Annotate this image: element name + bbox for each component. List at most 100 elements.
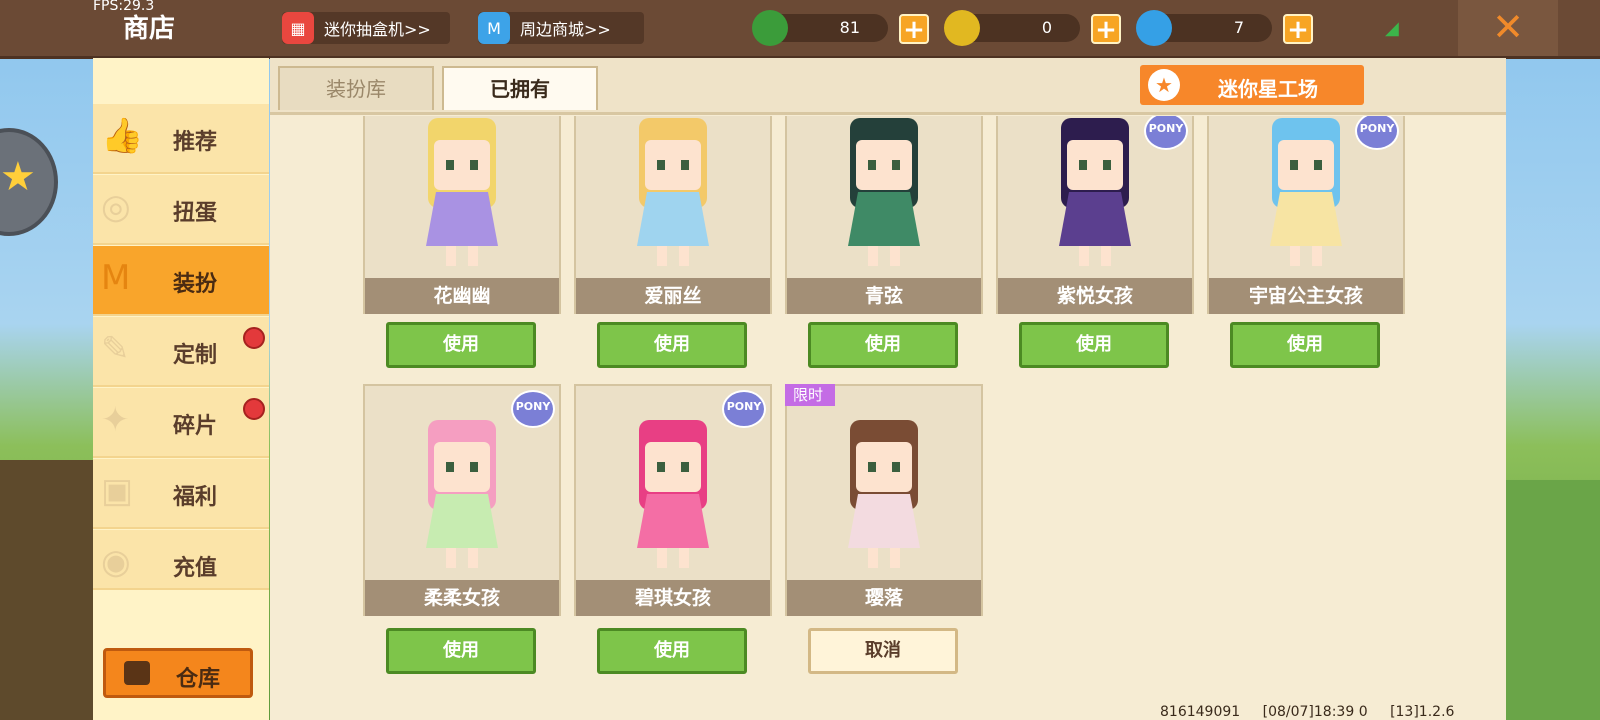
sidebar-item-2[interactable]: ◎ 扭蛋: [93, 175, 269, 245]
character-leg: [1312, 246, 1322, 266]
sidebar-item-label: 扭蛋: [173, 201, 218, 226]
skin-card[interactable]: PONY 宇宙公主女孩: [1207, 116, 1405, 314]
character-leg: [1290, 246, 1300, 266]
mini-star-workshop-label: 迷你星工场: [1218, 77, 1318, 101]
sidebar-item-3[interactable]: M 装扮: [93, 246, 269, 316]
character-leg: [468, 246, 478, 266]
character-outfit: [848, 192, 920, 246]
skin-name: 爱丽丝: [576, 278, 770, 314]
use-button[interactable]: 使用: [386, 628, 536, 674]
green-gem-icon: [752, 10, 788, 46]
sidebar-item-4[interactable]: ✎ 定制: [93, 317, 269, 387]
my-little-pony-badge-icon: PONY: [511, 390, 555, 428]
notification-dot: [243, 327, 265, 349]
merch-mall-button[interactable]: M 周边商城>>: [478, 12, 644, 44]
character-outfit: [426, 192, 498, 246]
tab-bar: 装扮库 已拥有 ★ 迷你星工场: [270, 58, 1506, 115]
signal-icon: ◢: [1385, 18, 1399, 39]
use-button[interactable]: 使用: [808, 322, 958, 368]
character-figure: [637, 118, 709, 266]
character-leg: [1101, 246, 1111, 266]
character-eye: [657, 160, 665, 170]
gift-icon: ▣: [101, 471, 134, 511]
character-figure: [426, 118, 498, 266]
user-id: 816149091: [1160, 704, 1241, 720]
skin-name: 璎落: [787, 580, 981, 616]
sidebar-item-label: 定制: [173, 343, 218, 368]
use-button[interactable]: 使用: [597, 322, 747, 368]
mini-star-workshop-button[interactable]: ★ 迷你星工场: [1140, 65, 1364, 105]
use-button[interactable]: 使用: [386, 322, 536, 368]
sidebar-item-1[interactable]: 👍 推荐: [93, 104, 269, 174]
pencil-icon: ✎: [101, 329, 130, 369]
background-terrain: [0, 460, 100, 720]
add-blue-coin-button[interactable]: +: [1283, 14, 1313, 44]
character-eye: [868, 160, 876, 170]
notification-dot: [243, 398, 265, 420]
skin-card[interactable]: PONY 柔柔女孩: [363, 384, 561, 616]
use-button[interactable]: 使用: [1019, 322, 1169, 368]
character-eye: [681, 462, 689, 472]
character-face: [1278, 140, 1334, 190]
sidebar-item-label: 装扮: [173, 272, 218, 297]
close-icon: ✕: [1492, 5, 1524, 49]
merch-mall-label: 周边商城>>: [520, 20, 611, 39]
character-eye: [470, 160, 478, 170]
puzzle-icon: ✦: [101, 400, 130, 440]
tab-owned[interactable]: 已拥有: [442, 66, 598, 110]
skin-preview: [365, 116, 559, 278]
skin-preview: [787, 116, 981, 278]
character-outfit: [426, 494, 498, 548]
limited-time-badge: 限时: [785, 384, 836, 406]
character-leg: [657, 548, 667, 568]
character-outfit: [637, 494, 709, 548]
skin-card[interactable]: 花幽幽: [363, 116, 561, 314]
cancel-button[interactable]: 取消: [808, 628, 958, 674]
character-leg: [679, 548, 689, 568]
skin-card[interactable]: 限时 璎落: [785, 384, 983, 616]
top-bar: FPS:29.3 商店 ▦ 迷你抽盒机>> M 周边商城>> 81 + 0 + …: [0, 0, 1600, 59]
skin-name: 宇宙公主女孩: [1209, 278, 1403, 314]
character-face: [645, 140, 701, 190]
version: [13]1.2.6: [1390, 704, 1455, 720]
footer-info: 816149091 [08/07]18:39 0 [13]1.2.6: [1160, 704, 1472, 720]
character-outfit: [1059, 192, 1131, 246]
add-gold-coin-button[interactable]: +: [1091, 14, 1121, 44]
character-leg: [446, 246, 456, 266]
skin-name: 青弦: [787, 278, 981, 314]
sidebar-item-5[interactable]: ✦ 碎片: [93, 388, 269, 458]
skin-card[interactable]: PONY 紫悦女孩: [996, 116, 1194, 314]
use-button[interactable]: 使用: [1230, 322, 1380, 368]
character-leg: [657, 246, 667, 266]
skin-name: 紫悦女孩: [998, 278, 1192, 314]
tab-skin-library[interactable]: 装扮库: [278, 66, 434, 110]
use-button[interactable]: 使用: [597, 628, 747, 674]
character-eye: [446, 462, 454, 472]
skin-card[interactable]: PONY 碧琪女孩: [574, 384, 772, 616]
character-leg: [1079, 246, 1089, 266]
character-face: [856, 442, 912, 492]
currency-value: 0: [1041, 18, 1052, 37]
character-eye: [470, 462, 478, 472]
add-green-gem-button[interactable]: +: [899, 14, 929, 44]
close-button[interactable]: ✕: [1458, 0, 1558, 56]
sidebar-item-7[interactable]: ◉ 充值: [93, 530, 269, 590]
skin-card[interactable]: 爱丽丝: [574, 116, 772, 314]
warehouse-button[interactable]: 仓库: [103, 648, 253, 698]
character-leg: [868, 548, 878, 568]
skin-card[interactable]: 青弦: [785, 116, 983, 314]
sidebar-item-label: 充值: [173, 556, 218, 581]
capsule-icon: ◎: [101, 187, 131, 227]
gacha-machine-button[interactable]: ▦ 迷你抽盒机>>: [282, 12, 450, 44]
character-eye: [657, 462, 665, 472]
sidebar-item-label: 碎片: [173, 414, 218, 439]
gacha-machine-label: 迷你抽盒机>>: [324, 20, 431, 39]
timestamp: [08/07]18:39 0: [1262, 704, 1368, 720]
character-face: [434, 140, 490, 190]
character-outfit: [848, 494, 920, 548]
sidebar-item-6[interactable]: ▣ 福利: [93, 459, 269, 529]
currency-value: 7: [1233, 18, 1244, 37]
shirt-icon: M: [101, 258, 131, 298]
coins-icon: ◉: [101, 542, 131, 582]
character-leg: [868, 246, 878, 266]
